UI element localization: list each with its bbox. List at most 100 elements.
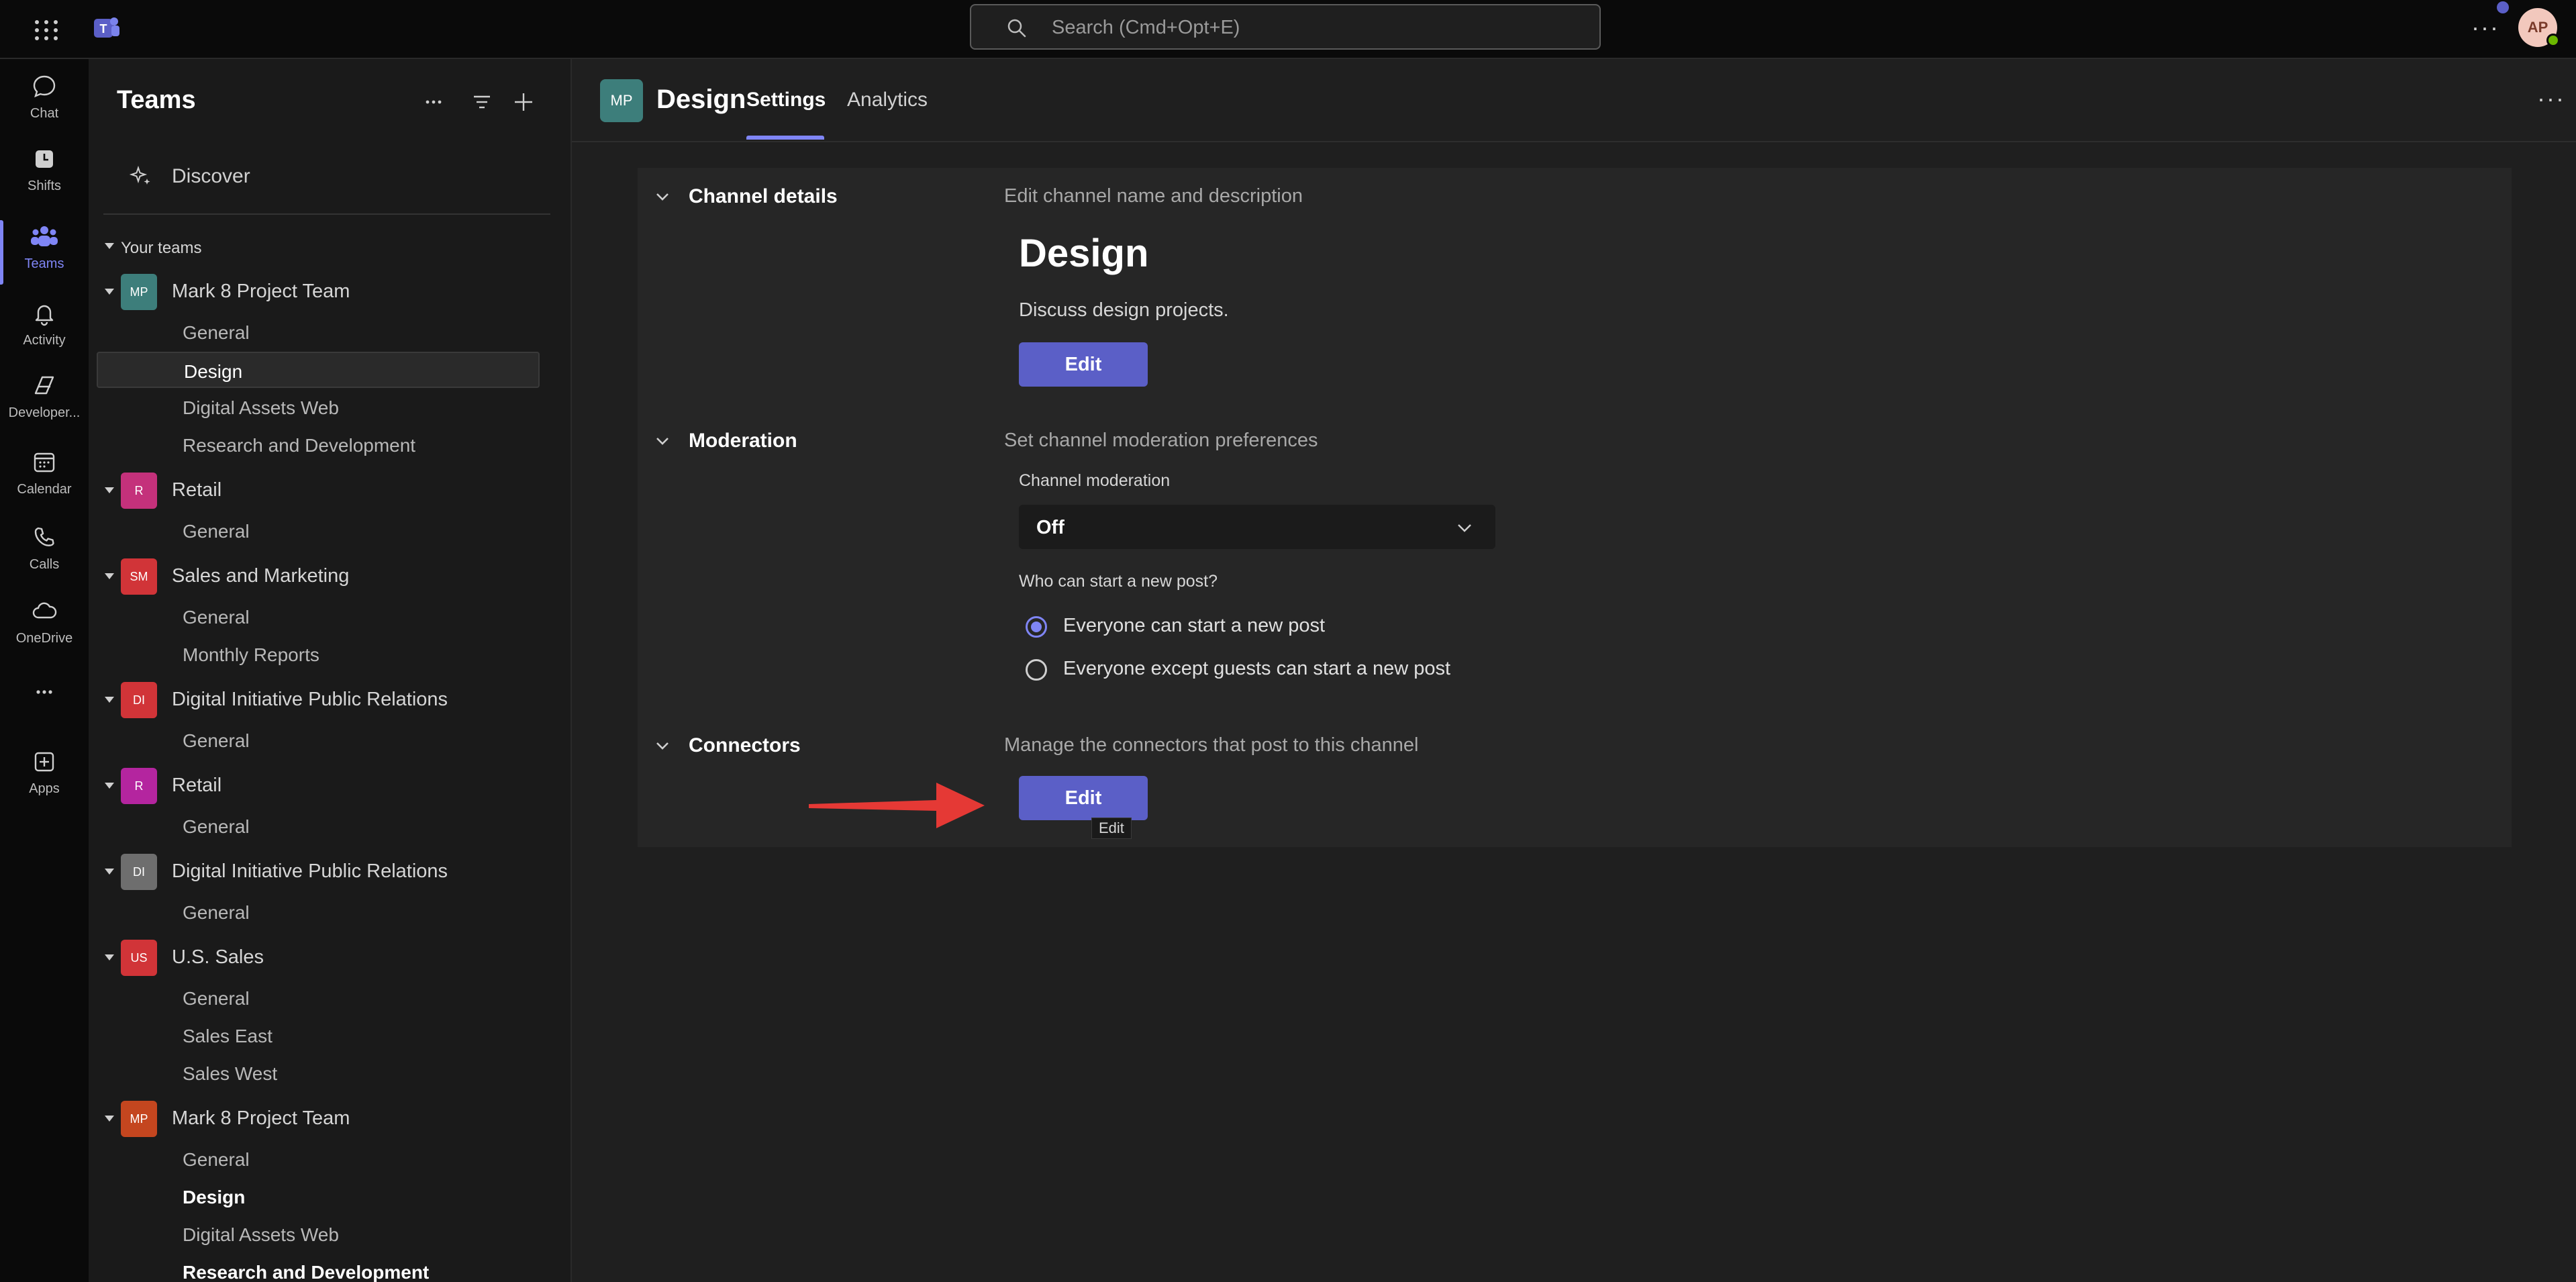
edit-channel-details-button[interactable]: Edit — [1019, 342, 1148, 387]
team-row[interactable]: MP Mark 8 Project Team — [89, 271, 571, 311]
caret-down-icon[interactable] — [105, 1116, 114, 1122]
channel-name: General — [183, 730, 250, 751]
panel-title: Teams — [117, 86, 196, 114]
team-row[interactable]: MP Mark 8 Project Team — [89, 1098, 571, 1138]
rail-label: Apps — [29, 781, 60, 796]
discover-label: Discover — [172, 165, 250, 187]
channel-name: Design — [183, 1187, 246, 1207]
more-options-icon[interactable] — [422, 90, 446, 114]
team-row[interactable]: SM Sales and Marketing — [89, 556, 571, 596]
channel-team-avatar: MP — [600, 79, 643, 122]
rail-item-calendar[interactable]: Calendar — [0, 442, 89, 509]
rail-item-onedrive[interactable]: OneDrive — [0, 591, 89, 658]
rail-label: Activity — [23, 333, 66, 348]
rail-item-calls[interactable]: Calls — [0, 517, 89, 584]
section-title-moderation: Moderation — [689, 430, 797, 452]
rail-label: Developer... — [8, 405, 81, 420]
channel-item[interactable]: General — [97, 980, 540, 1016]
teams-logo-icon: T — [94, 17, 119, 38]
rail-label: OneDrive — [15, 631, 73, 646]
chevron-down-icon[interactable] — [654, 188, 671, 205]
rail-label: Calls — [29, 557, 60, 572]
team-name: Retail — [172, 479, 222, 501]
radio-label[interactable]: Everyone except guests can start a new p… — [1063, 658, 1450, 680]
shifts-icon — [36, 150, 53, 168]
filter-icon[interactable] — [470, 90, 494, 114]
team-avatar: MP — [121, 1101, 157, 1137]
channel-item[interactable]: General — [97, 314, 540, 350]
more-options-icon[interactable]: ··· — [2471, 13, 2499, 42]
dropdown-value: Off — [1036, 517, 1064, 538]
channel-item[interactable]: General — [97, 722, 540, 758]
channel-name: Sales East — [183, 1026, 273, 1046]
rail-item-activity[interactable]: Activity — [0, 293, 89, 360]
channel-item[interactable]: Monthly Reports — [97, 636, 540, 673]
your-teams-header[interactable]: Your teams — [121, 239, 202, 258]
channel-item[interactable]: General — [97, 1141, 540, 1177]
svg-text:T: T — [100, 22, 107, 36]
caret-down-icon[interactable] — [105, 487, 114, 493]
team-row[interactable]: DI Digital Initiative Public Relations — [89, 851, 571, 891]
chevron-down-icon — [1458, 524, 1471, 532]
caret-down-icon[interactable] — [105, 289, 114, 295]
caret-down-icon[interactable] — [105, 954, 114, 960]
channel-item[interactable]: Digital Assets Web — [97, 389, 540, 426]
caret-down-icon[interactable] — [105, 869, 114, 875]
radio-label[interactable]: Everyone can start a new post — [1063, 615, 1325, 637]
more-options-icon[interactable]: ··· — [2537, 85, 2565, 113]
team-name: Mark 8 Project Team — [172, 281, 350, 302]
rail-item-more[interactable] — [0, 671, 89, 738]
caret-down-icon[interactable] — [105, 783, 114, 789]
channel-name: General — [183, 322, 250, 343]
channel-item[interactable]: Sales East — [97, 1018, 540, 1054]
rail-item-chat[interactable]: Chat — [0, 66, 89, 133]
channel-item[interactable]: General — [97, 599, 540, 635]
team-avatar: DI — [121, 854, 157, 890]
search-box[interactable]: Search (Cmd+Opt+E) — [970, 4, 1601, 50]
caret-down-icon[interactable] — [105, 697, 114, 703]
team-row[interactable]: R Retail — [89, 470, 571, 510]
chevron-down-icon[interactable] — [654, 737, 671, 754]
caret-down-icon[interactable] — [105, 243, 114, 249]
top-bar: T Search (Cmd+Opt+E) ··· AP — [0, 0, 2576, 59]
team-row[interactable]: US U.S. Sales — [89, 937, 571, 977]
channel-item-unread[interactable]: Design — [97, 1179, 540, 1215]
rail-item-developer[interactable]: Developer... — [0, 365, 89, 432]
channel-name: Research and Development — [183, 435, 416, 456]
channel-name: Digital Assets Web — [183, 1224, 339, 1245]
red-arrow-annotation-icon — [809, 783, 985, 828]
add-icon[interactable] — [511, 90, 536, 114]
rail-item-apps[interactable]: Apps — [0, 741, 89, 808]
channel-item[interactable]: Sales West — [97, 1055, 540, 1091]
team-row[interactable]: R Retail — [89, 765, 571, 805]
channel-name: Research and Development — [183, 1262, 430, 1282]
caret-down-icon[interactable] — [105, 573, 114, 579]
edit-connectors-button[interactable]: Edit — [1019, 776, 1148, 820]
channel-item[interactable]: General — [97, 808, 540, 844]
team-avatar: US — [121, 940, 157, 976]
radio-everyone[interactable] — [1026, 616, 1047, 638]
app-launcher-icon[interactable] — [31, 16, 58, 43]
team-row[interactable]: DI Digital Initiative Public Relations — [89, 679, 571, 720]
team-name: Mark 8 Project Team — [172, 1107, 350, 1129]
phone-icon — [34, 527, 54, 546]
radio-except-guests[interactable] — [1026, 659, 1047, 681]
channel-item[interactable]: Digital Assets Web — [97, 1216, 540, 1252]
team-name: Digital Initiative Public Relations — [172, 860, 448, 882]
chevron-down-icon[interactable] — [654, 432, 671, 450]
tab-settings[interactable]: Settings — [746, 89, 826, 111]
teams-app: T Search (Cmd+Opt+E) ··· AP Chat Shifts — [0, 0, 2576, 1282]
channel-item[interactable]: General — [97, 513, 540, 549]
channel-moderation-dropdown[interactable]: Off — [1019, 505, 1495, 549]
team-avatar: R — [121, 473, 157, 509]
tab-analytics[interactable]: Analytics — [847, 89, 928, 111]
rail-item-shifts[interactable]: Shifts — [0, 138, 89, 205]
channel-item-unread[interactable]: Research and Development — [97, 1254, 540, 1282]
channel-item-selected[interactable]: Design — [97, 352, 540, 388]
more-icon — [36, 690, 52, 694]
channel-item[interactable]: Research and Development — [97, 427, 540, 463]
rail-item-teams[interactable]: Teams — [0, 216, 89, 283]
channel-description-display: Discuss design projects. — [1019, 299, 1229, 321]
channel-item[interactable]: General — [97, 894, 540, 930]
team-avatar: DI — [121, 682, 157, 718]
